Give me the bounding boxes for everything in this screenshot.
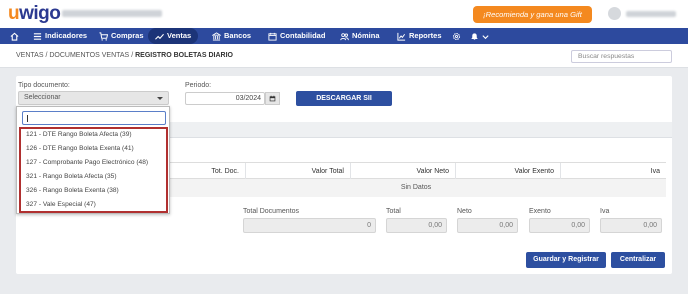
centralizar-button[interactable]: Centralizar — [611, 252, 665, 268]
iva-label: Iva — [600, 208, 610, 215]
descargar-sii-button[interactable]: DESCARGAR SII — [296, 91, 392, 106]
dropdown-option[interactable]: 321 - Rango Boleta Afecta (35) — [26, 173, 117, 180]
dropdown-option[interactable]: 326 - Rango Boleta Exenta (38) — [26, 187, 119, 194]
page-title: REGISTRO BOLETAS DIARIO — [135, 52, 233, 59]
total-documentos-field: 0 — [243, 218, 376, 233]
list-icon — [33, 32, 42, 40]
company-name-redacted — [62, 10, 162, 17]
nav-item-bancos[interactable]: Bancos — [212, 28, 251, 44]
calendar-icon — [268, 32, 277, 41]
breadcrumb-ventas[interactable]: VENTAS — [16, 52, 44, 59]
tipo-documento-label: Tipo documento: — [18, 82, 70, 89]
total-documentos-label: Total Documentos — [243, 208, 300, 215]
breadcrumb-bar: VENTAS / DOCUMENTOS VENTAS / REGISTRO BO… — [0, 44, 688, 68]
cart-icon — [99, 31, 108, 41]
periodo-label: Periodo: — [185, 82, 212, 89]
help-search-input[interactable] — [571, 50, 672, 63]
nav-item-nomina[interactable]: Nómina — [340, 28, 380, 44]
people-icon — [340, 32, 349, 40]
col-valor-exento[interactable]: Valor Exento — [456, 163, 561, 180]
nav-item-compras[interactable]: Compras — [99, 28, 144, 44]
trend-icon — [155, 33, 164, 40]
total-label: Total — [386, 208, 401, 215]
exento-label: Exento — [529, 208, 551, 215]
tipo-documento-dropdown: 121 - DTE Rango Boleta Afecta (39) 126 -… — [16, 106, 170, 214]
top-bar: uwigo ¡Recomienda y gana una Gift Card! — [0, 0, 688, 36]
nav-item-indicadores[interactable]: Indicadores — [33, 28, 87, 44]
dropdown-option[interactable]: 121 - DTE Rango Boleta Afecta (39) — [26, 131, 132, 138]
settings-icon[interactable] — [452, 28, 461, 44]
col-valor-neto[interactable]: Valor Neto — [351, 163, 456, 180]
chevron-down-icon — [157, 97, 163, 100]
col-iva[interactable]: Iva — [561, 163, 666, 180]
neto-field: 0,00 — [457, 218, 518, 233]
main-nav: Indicadores Compras Ventas Bancos Contab… — [0, 28, 688, 44]
chart-icon — [397, 32, 406, 41]
guardar-registrar-button[interactable]: Guardar y Registrar — [526, 252, 606, 268]
nav-item-reportes[interactable]: Reportes — [397, 28, 442, 44]
avatar[interactable] — [608, 7, 621, 20]
boletas-table: Tot. Doc. Valor Total Valor Neto Valor E… — [166, 162, 666, 197]
col-tot-doc[interactable]: Tot. Doc. — [166, 163, 246, 180]
nav-item-contabilidad[interactable]: Contabilidad — [268, 28, 325, 44]
dropdown-option[interactable]: 127 - Comprobante Pago Electrónico (48) — [26, 159, 148, 166]
exento-field: 0,00 — [529, 218, 590, 233]
breadcrumb: VENTAS / DOCUMENTOS VENTAS / REGISTRO BO… — [16, 52, 233, 59]
bank-icon — [212, 31, 221, 41]
empty-table-message: Sin Datos — [166, 179, 666, 197]
gift-card-button[interactable]: ¡Recomienda y gana una Gift Card! — [473, 6, 592, 36]
nav-item-ventas[interactable]: Ventas — [148, 28, 199, 44]
dropdown-option[interactable]: 327 - Vale Especial (47) — [26, 201, 96, 208]
total-field: 0,00 — [386, 218, 447, 233]
tipo-documento-select[interactable]: Seleccionar — [18, 91, 169, 105]
table-header: Tot. Doc. Valor Total Valor Neto Valor E… — [166, 162, 666, 180]
neto-label: Neto — [457, 208, 472, 215]
breadcrumb-documentos-ventas[interactable]: DOCUMENTOS VENTAS — [49, 52, 129, 59]
dropdown-options-list: 121 - DTE Rango Boleta Afecta (39) 126 -… — [19, 127, 168, 213]
periodo-input[interactable]: 03/2024 — [185, 92, 265, 105]
notifications-bell-icon[interactable] — [470, 28, 479, 44]
dropdown-search-input[interactable] — [22, 111, 166, 125]
col-valor-total[interactable]: Valor Total — [246, 163, 351, 180]
app-logo[interactable]: uwigo — [8, 3, 61, 25]
dropdown-option[interactable]: 126 - DTE Rango Boleta Exenta (41) — [26, 145, 134, 152]
text-cursor — [27, 115, 28, 122]
calendar-button[interactable] — [265, 92, 280, 105]
calendar-icon — [269, 95, 276, 102]
user-name-redacted[interactable] — [626, 11, 676, 17]
user-dropdown-icon[interactable] — [481, 28, 490, 44]
iva-field: 0,00 — [600, 218, 662, 233]
home-icon[interactable] — [10, 28, 19, 44]
